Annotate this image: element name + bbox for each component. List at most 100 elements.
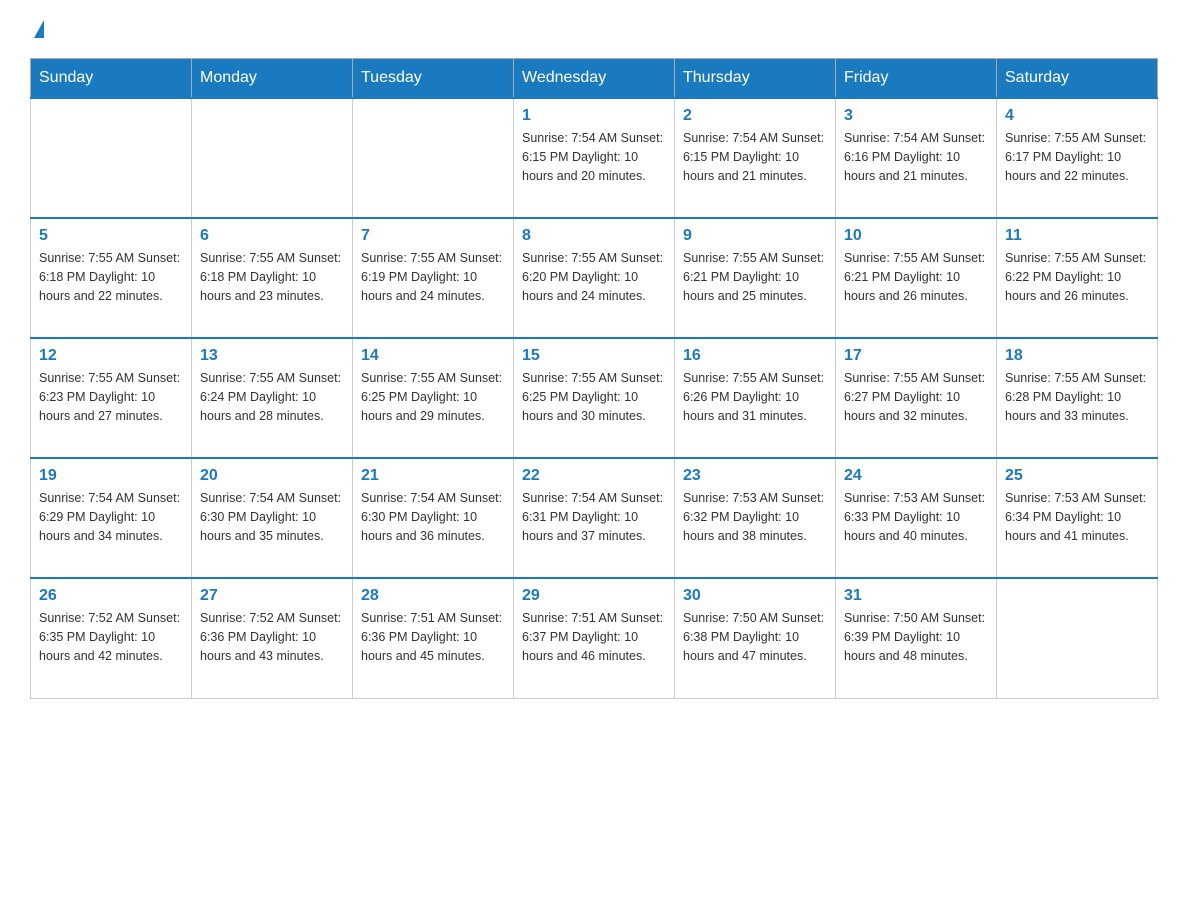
weekday-saturday: Saturday xyxy=(997,59,1158,99)
calendar-cell xyxy=(31,98,192,218)
calendar-cell: 15 Sunrise: 7:55 AM Sunset: 6:25 PM Dayli… xyxy=(514,338,675,458)
day-info: Sunrise: 7:55 AM Sunset: 6:18 PM Dayligh… xyxy=(39,249,183,305)
calendar-body: 1 Sunrise: 7:54 AM Sunset: 6:15 PM Daylig… xyxy=(31,98,1158,698)
day-info: Sunrise: 7:55 AM Sunset: 6:27 PM Dayligh… xyxy=(844,369,988,425)
day-info: Sunrise: 7:54 AM Sunset: 6:29 PM Dayligh… xyxy=(39,489,183,545)
calendar-cell: 27 Sunrise: 7:52 AM Sunset: 6:36 PM Dayli… xyxy=(192,578,353,698)
day-info: Sunrise: 7:55 AM Sunset: 6:28 PM Dayligh… xyxy=(1005,369,1149,425)
day-number: 29 xyxy=(522,587,666,605)
day-number: 22 xyxy=(522,467,666,485)
weekday-row: SundayMondayTuesdayWednesdayThursdayFrid… xyxy=(31,59,1158,99)
calendar-week-row: 5 Sunrise: 7:55 AM Sunset: 6:18 PM Daylig… xyxy=(31,218,1158,338)
calendar-cell: 16 Sunrise: 7:55 AM Sunset: 6:26 PM Dayli… xyxy=(675,338,836,458)
day-info: Sunrise: 7:55 AM Sunset: 6:25 PM Dayligh… xyxy=(522,369,666,425)
weekday-tuesday: Tuesday xyxy=(353,59,514,99)
calendar-cell: 8Sunrise: 7:55 AM Sunset: 6:20 PM Daylig… xyxy=(514,218,675,338)
day-info: Sunrise: 7:54 AM Sunset: 6:30 PM Dayligh… xyxy=(361,489,505,545)
weekday-thursday: Thursday xyxy=(675,59,836,99)
calendar-cell: 25 Sunrise: 7:53 AM Sunset: 6:34 PM Dayli… xyxy=(997,458,1158,578)
calendar-cell xyxy=(997,578,1158,698)
calendar-cell: 12Sunrise: 7:55 AM Sunset: 6:23 PM Dayli… xyxy=(31,338,192,458)
day-info: Sunrise: 7:50 AM Sunset: 6:39 PM Dayligh… xyxy=(844,609,988,665)
day-number: 13 xyxy=(200,347,344,365)
calendar-cell: 26 Sunrise: 7:52 AM Sunset: 6:35 PM Dayli… xyxy=(31,578,192,698)
calendar-header: SundayMondayTuesdayWednesdayThursdayFrid… xyxy=(31,59,1158,99)
day-number: 31 xyxy=(844,587,988,605)
day-number: 18 xyxy=(1005,347,1149,365)
day-number: 11 xyxy=(1005,227,1149,245)
weekday-friday: Friday xyxy=(836,59,997,99)
page-header xyxy=(30,20,1158,38)
day-info: Sunrise: 7:55 AM Sunset: 6:21 PM Dayligh… xyxy=(844,249,988,305)
day-number: 3 xyxy=(844,107,988,125)
calendar-cell: 21 Sunrise: 7:54 AM Sunset: 6:30 PM Dayli… xyxy=(353,458,514,578)
day-info: Sunrise: 7:55 AM Sunset: 6:17 PM Dayligh… xyxy=(1005,129,1149,185)
calendar-cell: 18 Sunrise: 7:55 AM Sunset: 6:28 PM Dayli… xyxy=(997,338,1158,458)
calendar-cell: 9 Sunrise: 7:55 AM Sunset: 6:21 PM Daylig… xyxy=(675,218,836,338)
calendar-cell: 19 Sunrise: 7:54 AM Sunset: 6:29 PM Dayli… xyxy=(31,458,192,578)
calendar-week-row: 19 Sunrise: 7:54 AM Sunset: 6:29 PM Dayli… xyxy=(31,458,1158,578)
weekday-sunday: Sunday xyxy=(31,59,192,99)
calendar-cell: 6Sunrise: 7:55 AM Sunset: 6:18 PM Daylig… xyxy=(192,218,353,338)
day-info: Sunrise: 7:50 AM Sunset: 6:38 PM Dayligh… xyxy=(683,609,827,665)
calendar-cell: 29 Sunrise: 7:51 AM Sunset: 6:37 PM Dayli… xyxy=(514,578,675,698)
day-info: Sunrise: 7:54 AM Sunset: 6:30 PM Dayligh… xyxy=(200,489,344,545)
day-info: Sunrise: 7:53 AM Sunset: 6:34 PM Dayligh… xyxy=(1005,489,1149,545)
day-info: Sunrise: 7:55 AM Sunset: 6:24 PM Dayligh… xyxy=(200,369,344,425)
calendar-cell: 20 Sunrise: 7:54 AM Sunset: 6:30 PM Dayli… xyxy=(192,458,353,578)
day-info: Sunrise: 7:53 AM Sunset: 6:33 PM Dayligh… xyxy=(844,489,988,545)
calendar-cell: 1 Sunrise: 7:54 AM Sunset: 6:15 PM Daylig… xyxy=(514,98,675,218)
day-number: 5 xyxy=(39,227,183,245)
calendar-cell xyxy=(353,98,514,218)
day-number: 4 xyxy=(1005,107,1149,125)
calendar-cell: 17 Sunrise: 7:55 AM Sunset: 6:27 PM Dayli… xyxy=(836,338,997,458)
day-number: 17 xyxy=(844,347,988,365)
day-number: 2 xyxy=(683,107,827,125)
day-number: 14 xyxy=(361,347,505,365)
day-info: Sunrise: 7:53 AM Sunset: 6:32 PM Dayligh… xyxy=(683,489,827,545)
calendar-cell: 3 Sunrise: 7:54 AM Sunset: 6:16 PM Daylig… xyxy=(836,98,997,218)
day-number: 30 xyxy=(683,587,827,605)
calendar-cell xyxy=(192,98,353,218)
day-info: Sunrise: 7:55 AM Sunset: 6:22 PM Dayligh… xyxy=(1005,249,1149,305)
day-number: 10 xyxy=(844,227,988,245)
day-info: Sunrise: 7:55 AM Sunset: 6:18 PM Dayligh… xyxy=(200,249,344,305)
day-number: 15 xyxy=(522,347,666,365)
day-number: 21 xyxy=(361,467,505,485)
day-info: Sunrise: 7:52 AM Sunset: 6:35 PM Dayligh… xyxy=(39,609,183,665)
day-info: Sunrise: 7:54 AM Sunset: 6:15 PM Dayligh… xyxy=(683,129,827,185)
calendar-week-row: 1 Sunrise: 7:54 AM Sunset: 6:15 PM Daylig… xyxy=(31,98,1158,218)
day-number: 9 xyxy=(683,227,827,245)
day-info: Sunrise: 7:51 AM Sunset: 6:37 PM Dayligh… xyxy=(522,609,666,665)
calendar-week-row: 26 Sunrise: 7:52 AM Sunset: 6:35 PM Dayli… xyxy=(31,578,1158,698)
calendar-cell: 23Sunrise: 7:53 AM Sunset: 6:32 PM Dayli… xyxy=(675,458,836,578)
calendar-table: SundayMondayTuesdayWednesdayThursdayFrid… xyxy=(30,58,1158,699)
day-info: Sunrise: 7:55 AM Sunset: 6:25 PM Dayligh… xyxy=(361,369,505,425)
calendar-cell: 30 Sunrise: 7:50 AM Sunset: 6:38 PM Dayli… xyxy=(675,578,836,698)
logo xyxy=(30,20,60,38)
day-info: Sunrise: 7:54 AM Sunset: 6:15 PM Dayligh… xyxy=(522,129,666,185)
day-info: Sunrise: 7:55 AM Sunset: 6:26 PM Dayligh… xyxy=(683,369,827,425)
day-info: Sunrise: 7:55 AM Sunset: 6:23 PM Dayligh… xyxy=(39,369,183,425)
calendar-cell: 10 Sunrise: 7:55 AM Sunset: 6:21 PM Dayli… xyxy=(836,218,997,338)
day-number: 1 xyxy=(522,107,666,125)
day-number: 7 xyxy=(361,227,505,245)
day-number: 26 xyxy=(39,587,183,605)
calendar-cell: 22Sunrise: 7:54 AM Sunset: 6:31 PM Dayli… xyxy=(514,458,675,578)
day-info: Sunrise: 7:52 AM Sunset: 6:36 PM Dayligh… xyxy=(200,609,344,665)
day-info: Sunrise: 7:55 AM Sunset: 6:19 PM Dayligh… xyxy=(361,249,505,305)
day-number: 25 xyxy=(1005,467,1149,485)
calendar-cell: 2 Sunrise: 7:54 AM Sunset: 6:15 PM Daylig… xyxy=(675,98,836,218)
calendar-cell: 11 Sunrise: 7:55 AM Sunset: 6:22 PM Dayli… xyxy=(997,218,1158,338)
day-number: 28 xyxy=(361,587,505,605)
weekday-wednesday: Wednesday xyxy=(514,59,675,99)
calendar-cell: 13 Sunrise: 7:55 AM Sunset: 6:24 PM Dayli… xyxy=(192,338,353,458)
day-info: Sunrise: 7:54 AM Sunset: 6:16 PM Dayligh… xyxy=(844,129,988,185)
day-number: 27 xyxy=(200,587,344,605)
day-number: 19 xyxy=(39,467,183,485)
calendar-cell: 24Sunrise: 7:53 AM Sunset: 6:33 PM Dayli… xyxy=(836,458,997,578)
day-number: 16 xyxy=(683,347,827,365)
day-info: Sunrise: 7:55 AM Sunset: 6:21 PM Dayligh… xyxy=(683,249,827,305)
day-number: 20 xyxy=(200,467,344,485)
calendar-cell: 28Sunrise: 7:51 AM Sunset: 6:36 PM Dayli… xyxy=(353,578,514,698)
